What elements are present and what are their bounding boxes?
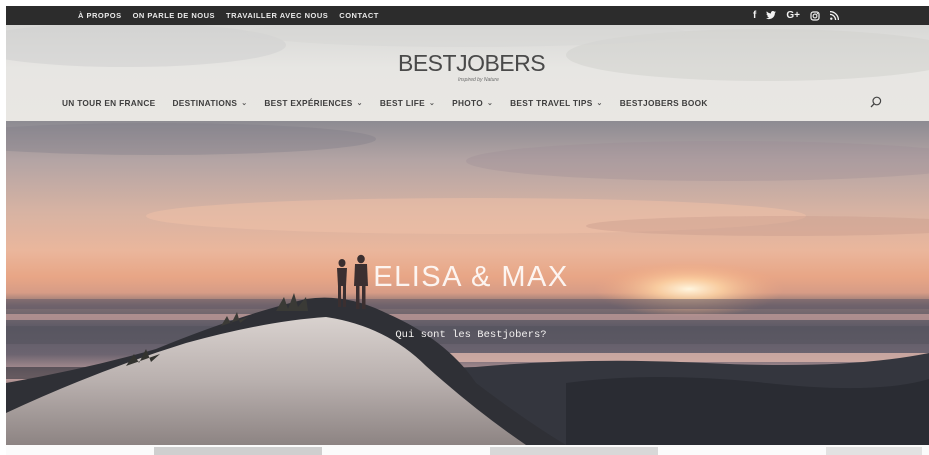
nav-item-photo[interactable]: PHOTO ⌄: [452, 98, 493, 108]
nav-item-un-tour-en-france[interactable]: UN TOUR EN FRANCE: [62, 98, 155, 108]
nav-item-bestjobers-book[interactable]: BESTJOBERS BOOK: [620, 98, 708, 108]
logo-tagline: Inspired by Nature: [458, 77, 499, 83]
site-logo[interactable]: BESTJOBERS Inspired by Nature: [398, 50, 558, 83]
top-bar: À PROPOS ON PARLE DE NOUS TRAVAILLER AVE…: [6, 6, 929, 25]
top-nav-contact[interactable]: CONTACT: [339, 11, 379, 20]
top-nav-on-parle-de-nous[interactable]: ON PARLE DE NOUS: [133, 11, 215, 20]
hero-banner: ELISA & MAX Qui sont les Bestjobers?: [6, 121, 929, 445]
hero-about-link[interactable]: Qui sont les Bestjobers?: [366, 329, 576, 341]
instagram-icon[interactable]: [810, 10, 820, 21]
nav-label: UN TOUR EN FRANCE: [62, 98, 156, 108]
twitter-icon[interactable]: [766, 11, 777, 20]
nav-label: BEST EXPÉRIENCES: [264, 98, 353, 108]
nav-item-best-life[interactable]: BEST LIFE ⌄: [380, 98, 435, 108]
chevron-down-icon: ⌄: [428, 100, 436, 107]
nav-label: BEST TRAVEL TIPS: [510, 98, 593, 108]
thumbnail-card[interactable]: [826, 447, 922, 455]
content-preview-strip: [6, 445, 929, 455]
nav-item-destinations[interactable]: DESTINATIONS ⌄: [172, 98, 247, 108]
top-nav-a-propos[interactable]: À PROPOS: [78, 11, 122, 20]
nav-label: DESTINATIONS: [172, 98, 238, 108]
nav-label: BEST LIFE: [379, 98, 425, 108]
main-nav: UN TOUR EN FRANCE DESTINATIONS ⌄ BEST EX…: [62, 96, 725, 110]
facebook-icon[interactable]: f: [753, 6, 756, 25]
nav-label: PHOTO: [452, 98, 483, 108]
rss-icon[interactable]: [829, 11, 839, 20]
nav-item-best-experiences[interactable]: BEST EXPÉRIENCES ⌄: [264, 98, 362, 108]
chevron-down-icon: ⌄: [486, 100, 494, 107]
logo-text: BESTJOBERS: [398, 50, 546, 76]
social-links: f G+: [753, 6, 839, 25]
nav-label: BESTJOBERS BOOK: [619, 98, 708, 108]
chevron-down-icon: ⌄: [596, 100, 603, 107]
google-plus-icon[interactable]: G+: [786, 6, 800, 25]
nav-item-best-travel-tips[interactable]: BEST TRAVEL TIPS ⌄: [510, 98, 603, 108]
top-nav-travailler-avec-nous[interactable]: TRAVAILLER AVEC NOUS: [226, 11, 328, 20]
chevron-down-icon: ⌄: [241, 100, 248, 107]
site-header: BESTJOBERS Inspired by Nature UN TOUR EN…: [6, 25, 929, 121]
chevron-down-icon: ⌄: [356, 100, 363, 107]
top-nav: À PROPOS ON PARLE DE NOUS TRAVAILLER AVE…: [78, 6, 379, 25]
thumbnail-card[interactable]: [154, 447, 322, 455]
search-icon[interactable]: [870, 96, 882, 108]
thumbnail-card[interactable]: [490, 447, 658, 455]
hero-title: ELISA & MAX: [373, 261, 569, 293]
